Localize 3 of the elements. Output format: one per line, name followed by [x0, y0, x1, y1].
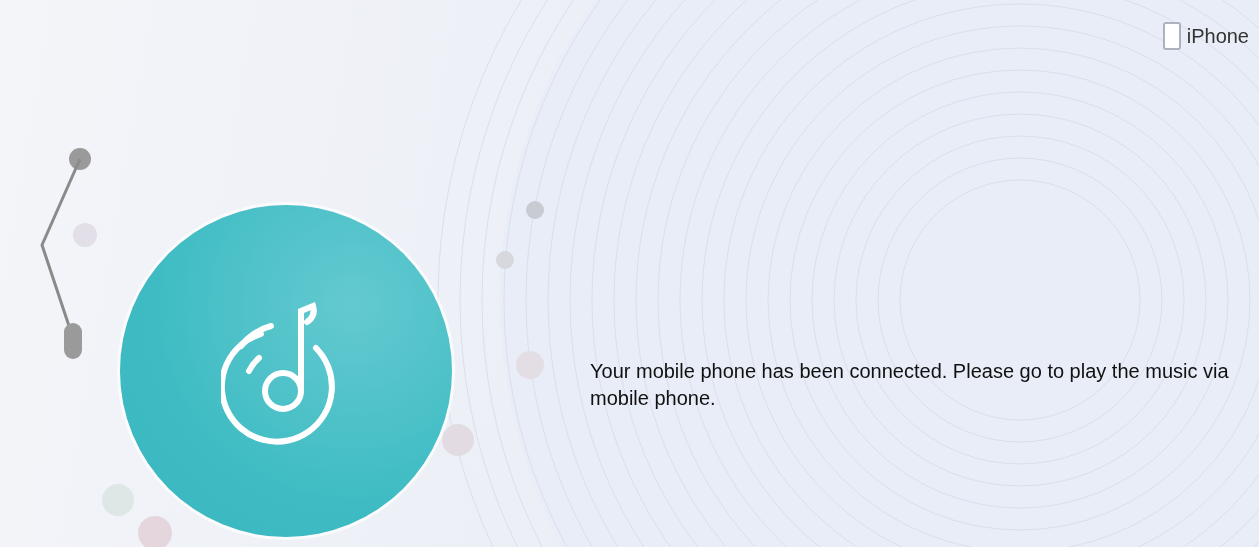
phone-icon [1162, 22, 1181, 50]
device-name: iPhone [1186, 24, 1249, 48]
connection-message: Your mobile phone has been connected. Please go to play the music via mobile phone. [590, 359, 1230, 411]
